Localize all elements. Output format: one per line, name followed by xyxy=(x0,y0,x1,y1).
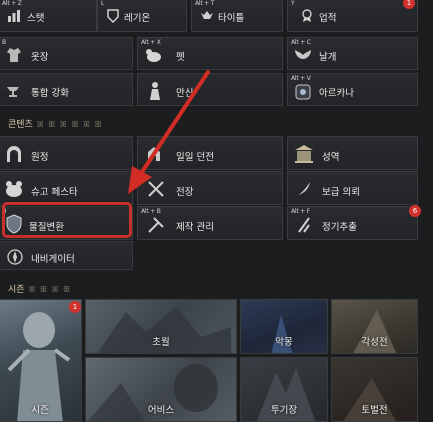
season-card-awakening-war[interactable]: 각성전 xyxy=(331,299,418,354)
season-title: 시즌 xyxy=(31,405,49,416)
season-card-transcend[interactable]: 초월 xyxy=(85,299,237,354)
season-title: 초월 xyxy=(152,337,170,348)
season-card-raid[interactable]: 토벌전 xyxy=(331,357,418,422)
season-title: 어비스 xyxy=(147,405,175,416)
season-card-arena[interactable]: 투기장 xyxy=(240,357,328,422)
season-title: 투기장 xyxy=(270,405,298,416)
section-title: 시즌 xyxy=(8,285,25,295)
section-header-season: 시즌 ꕤ ꕥ ꕤ ꕥ xyxy=(8,282,71,295)
season-card-main[interactable]: 시즌 1 xyxy=(0,299,82,422)
season-card-abyss[interactable]: 어비스 xyxy=(85,357,237,422)
season-title: 악몽 xyxy=(275,337,293,348)
section-ornament: ꕤ ꕥ ꕤ ꕥ xyxy=(28,285,72,294)
notification-badge: 1 xyxy=(69,301,81,313)
season-title: 토벌전 xyxy=(361,405,388,416)
season-card-nightmare[interactable]: 악몽 xyxy=(240,299,328,354)
season-title: 각성전 xyxy=(361,337,388,348)
